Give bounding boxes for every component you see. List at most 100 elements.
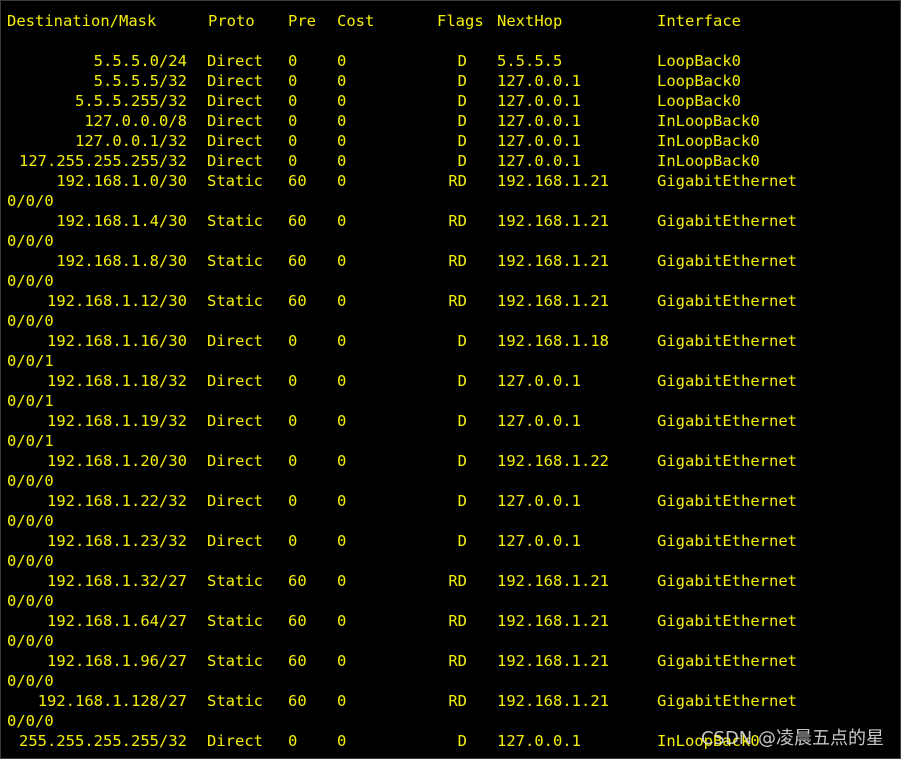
header-cost: Cost bbox=[337, 12, 375, 30]
route-destination: 192.168.1.20/30 bbox=[47, 452, 187, 470]
route-flags: D bbox=[457, 132, 467, 150]
header-nexthop: NextHop bbox=[497, 12, 563, 30]
route-cost: 0 bbox=[337, 172, 347, 190]
route-interface-number: 0/0/0 bbox=[7, 192, 54, 210]
route-nexthop: 127.0.0.1 bbox=[497, 412, 581, 430]
route-interface: GigabitEthernet bbox=[657, 452, 797, 470]
route-proto: Static bbox=[207, 572, 263, 590]
route-interface: GigabitEthernet bbox=[657, 372, 797, 390]
route-destination: 192.168.1.23/32 bbox=[47, 532, 187, 550]
route-nexthop: 192.168.1.22 bbox=[497, 452, 609, 470]
route-interface-number: 0/0/0 bbox=[7, 472, 54, 490]
route-destination: 192.168.1.4/30 bbox=[56, 212, 187, 230]
route-proto: Static bbox=[207, 172, 263, 190]
route-nexthop: 127.0.0.1 bbox=[497, 132, 581, 150]
route-destination: 192.168.1.8/30 bbox=[56, 252, 187, 270]
route-proto: Direct bbox=[207, 92, 263, 110]
route-cost: 0 bbox=[337, 292, 347, 310]
route-cost: 0 bbox=[337, 732, 347, 750]
route-interface: GigabitEthernet bbox=[657, 692, 797, 710]
route-flags: D bbox=[457, 492, 467, 510]
route-preference: 60 bbox=[288, 572, 307, 590]
route-interface: LoopBack0 bbox=[657, 92, 741, 110]
route-flags: D bbox=[457, 72, 467, 90]
route-interface: InLoopBack0 bbox=[657, 112, 760, 130]
route-preference: 0 bbox=[288, 492, 298, 510]
terminal-window[interactable]: Destination/Mask Proto Pre Cost Flags Ne… bbox=[0, 0, 901, 759]
route-proto: Direct bbox=[207, 412, 263, 430]
route-interface: LoopBack0 bbox=[657, 72, 741, 90]
route-preference: 0 bbox=[288, 372, 298, 390]
route-cost: 0 bbox=[337, 92, 347, 110]
route-nexthop: 127.0.0.1 bbox=[497, 112, 581, 130]
route-proto: Static bbox=[207, 252, 263, 270]
route-preference: 0 bbox=[288, 132, 298, 150]
route-destination: 192.168.1.22/32 bbox=[47, 492, 187, 510]
route-nexthop: 192.168.1.21 bbox=[497, 572, 609, 590]
route-interface: GigabitEthernet bbox=[657, 572, 797, 590]
route-destination: 127.0.0.1/32 bbox=[75, 132, 187, 150]
route-nexthop: 127.0.0.1 bbox=[497, 532, 581, 550]
route-proto: Static bbox=[207, 292, 263, 310]
route-flags: RD bbox=[448, 212, 467, 230]
route-interface-number: 0/0/0 bbox=[7, 512, 54, 530]
route-flags: D bbox=[457, 372, 467, 390]
route-preference: 60 bbox=[288, 252, 307, 270]
route-cost: 0 bbox=[337, 652, 347, 670]
route-flags: D bbox=[457, 452, 467, 470]
route-preference: 60 bbox=[288, 652, 307, 670]
route-preference: 60 bbox=[288, 692, 307, 710]
route-flags: RD bbox=[448, 292, 467, 310]
route-preference: 0 bbox=[288, 52, 298, 70]
route-interface-number: 0/0/1 bbox=[7, 352, 54, 370]
route-destination: 192.168.1.64/27 bbox=[47, 612, 187, 630]
route-cost: 0 bbox=[337, 72, 347, 90]
header-pre: Pre bbox=[288, 12, 316, 30]
csdn-watermark: CSDN @凌晨五点的星 bbox=[700, 728, 884, 749]
route-preference: 60 bbox=[288, 172, 307, 190]
route-interface-number: 0/0/0 bbox=[7, 272, 54, 290]
route-cost: 0 bbox=[337, 612, 347, 630]
route-nexthop: 192.168.1.21 bbox=[497, 612, 609, 630]
route-interface-number: 0/0/0 bbox=[7, 672, 54, 690]
route-destination: 192.168.1.19/32 bbox=[47, 412, 187, 430]
route-interface: GigabitEthernet bbox=[657, 292, 797, 310]
route-interface-number: 0/0/1 bbox=[7, 432, 54, 450]
route-preference: 0 bbox=[288, 152, 298, 170]
route-flags: D bbox=[457, 412, 467, 430]
route-destination: 127.255.255.255/32 bbox=[19, 152, 187, 170]
route-cost: 0 bbox=[337, 112, 347, 130]
route-proto: Direct bbox=[207, 132, 263, 150]
route-nexthop: 127.0.0.1 bbox=[497, 72, 581, 90]
route-proto: Direct bbox=[207, 52, 263, 70]
routing-table-header: Destination/Mask Proto Pre Cost Flags Ne… bbox=[1, 11, 741, 31]
route-nexthop: 127.0.0.1 bbox=[497, 372, 581, 390]
route-proto: Direct bbox=[207, 372, 263, 390]
route-preference: 60 bbox=[288, 612, 307, 630]
route-proto: Direct bbox=[207, 112, 263, 130]
route-nexthop: 192.168.1.21 bbox=[497, 292, 609, 310]
route-flags: RD bbox=[448, 692, 467, 710]
route-interface-number: 0/0/0 bbox=[7, 592, 54, 610]
route-cost: 0 bbox=[337, 332, 347, 350]
route-interface-number: 0/0/0 bbox=[7, 232, 54, 250]
route-preference: 0 bbox=[288, 92, 298, 110]
route-cost: 0 bbox=[337, 52, 347, 70]
route-flags: RD bbox=[448, 572, 467, 590]
route-proto: Direct bbox=[207, 72, 263, 90]
route-destination: 192.168.1.32/27 bbox=[47, 572, 187, 590]
route-interface-number: 0/0/0 bbox=[7, 632, 54, 650]
route-proto: Direct bbox=[207, 732, 263, 750]
route-interface: GigabitEthernet bbox=[657, 412, 797, 430]
route-cost: 0 bbox=[337, 692, 347, 710]
route-cost: 0 bbox=[337, 532, 347, 550]
route-preference: 0 bbox=[288, 72, 298, 90]
header-flags: Flags bbox=[437, 12, 484, 30]
route-destination: 255.255.255.255/32 bbox=[19, 732, 187, 750]
route-interface: GigabitEthernet bbox=[657, 332, 797, 350]
route-proto: Direct bbox=[207, 492, 263, 510]
route-destination: 192.168.1.16/30 bbox=[47, 332, 187, 350]
route-cost: 0 bbox=[337, 572, 347, 590]
route-nexthop: 192.168.1.18 bbox=[497, 332, 609, 350]
route-interface: GigabitEthernet bbox=[657, 532, 797, 550]
